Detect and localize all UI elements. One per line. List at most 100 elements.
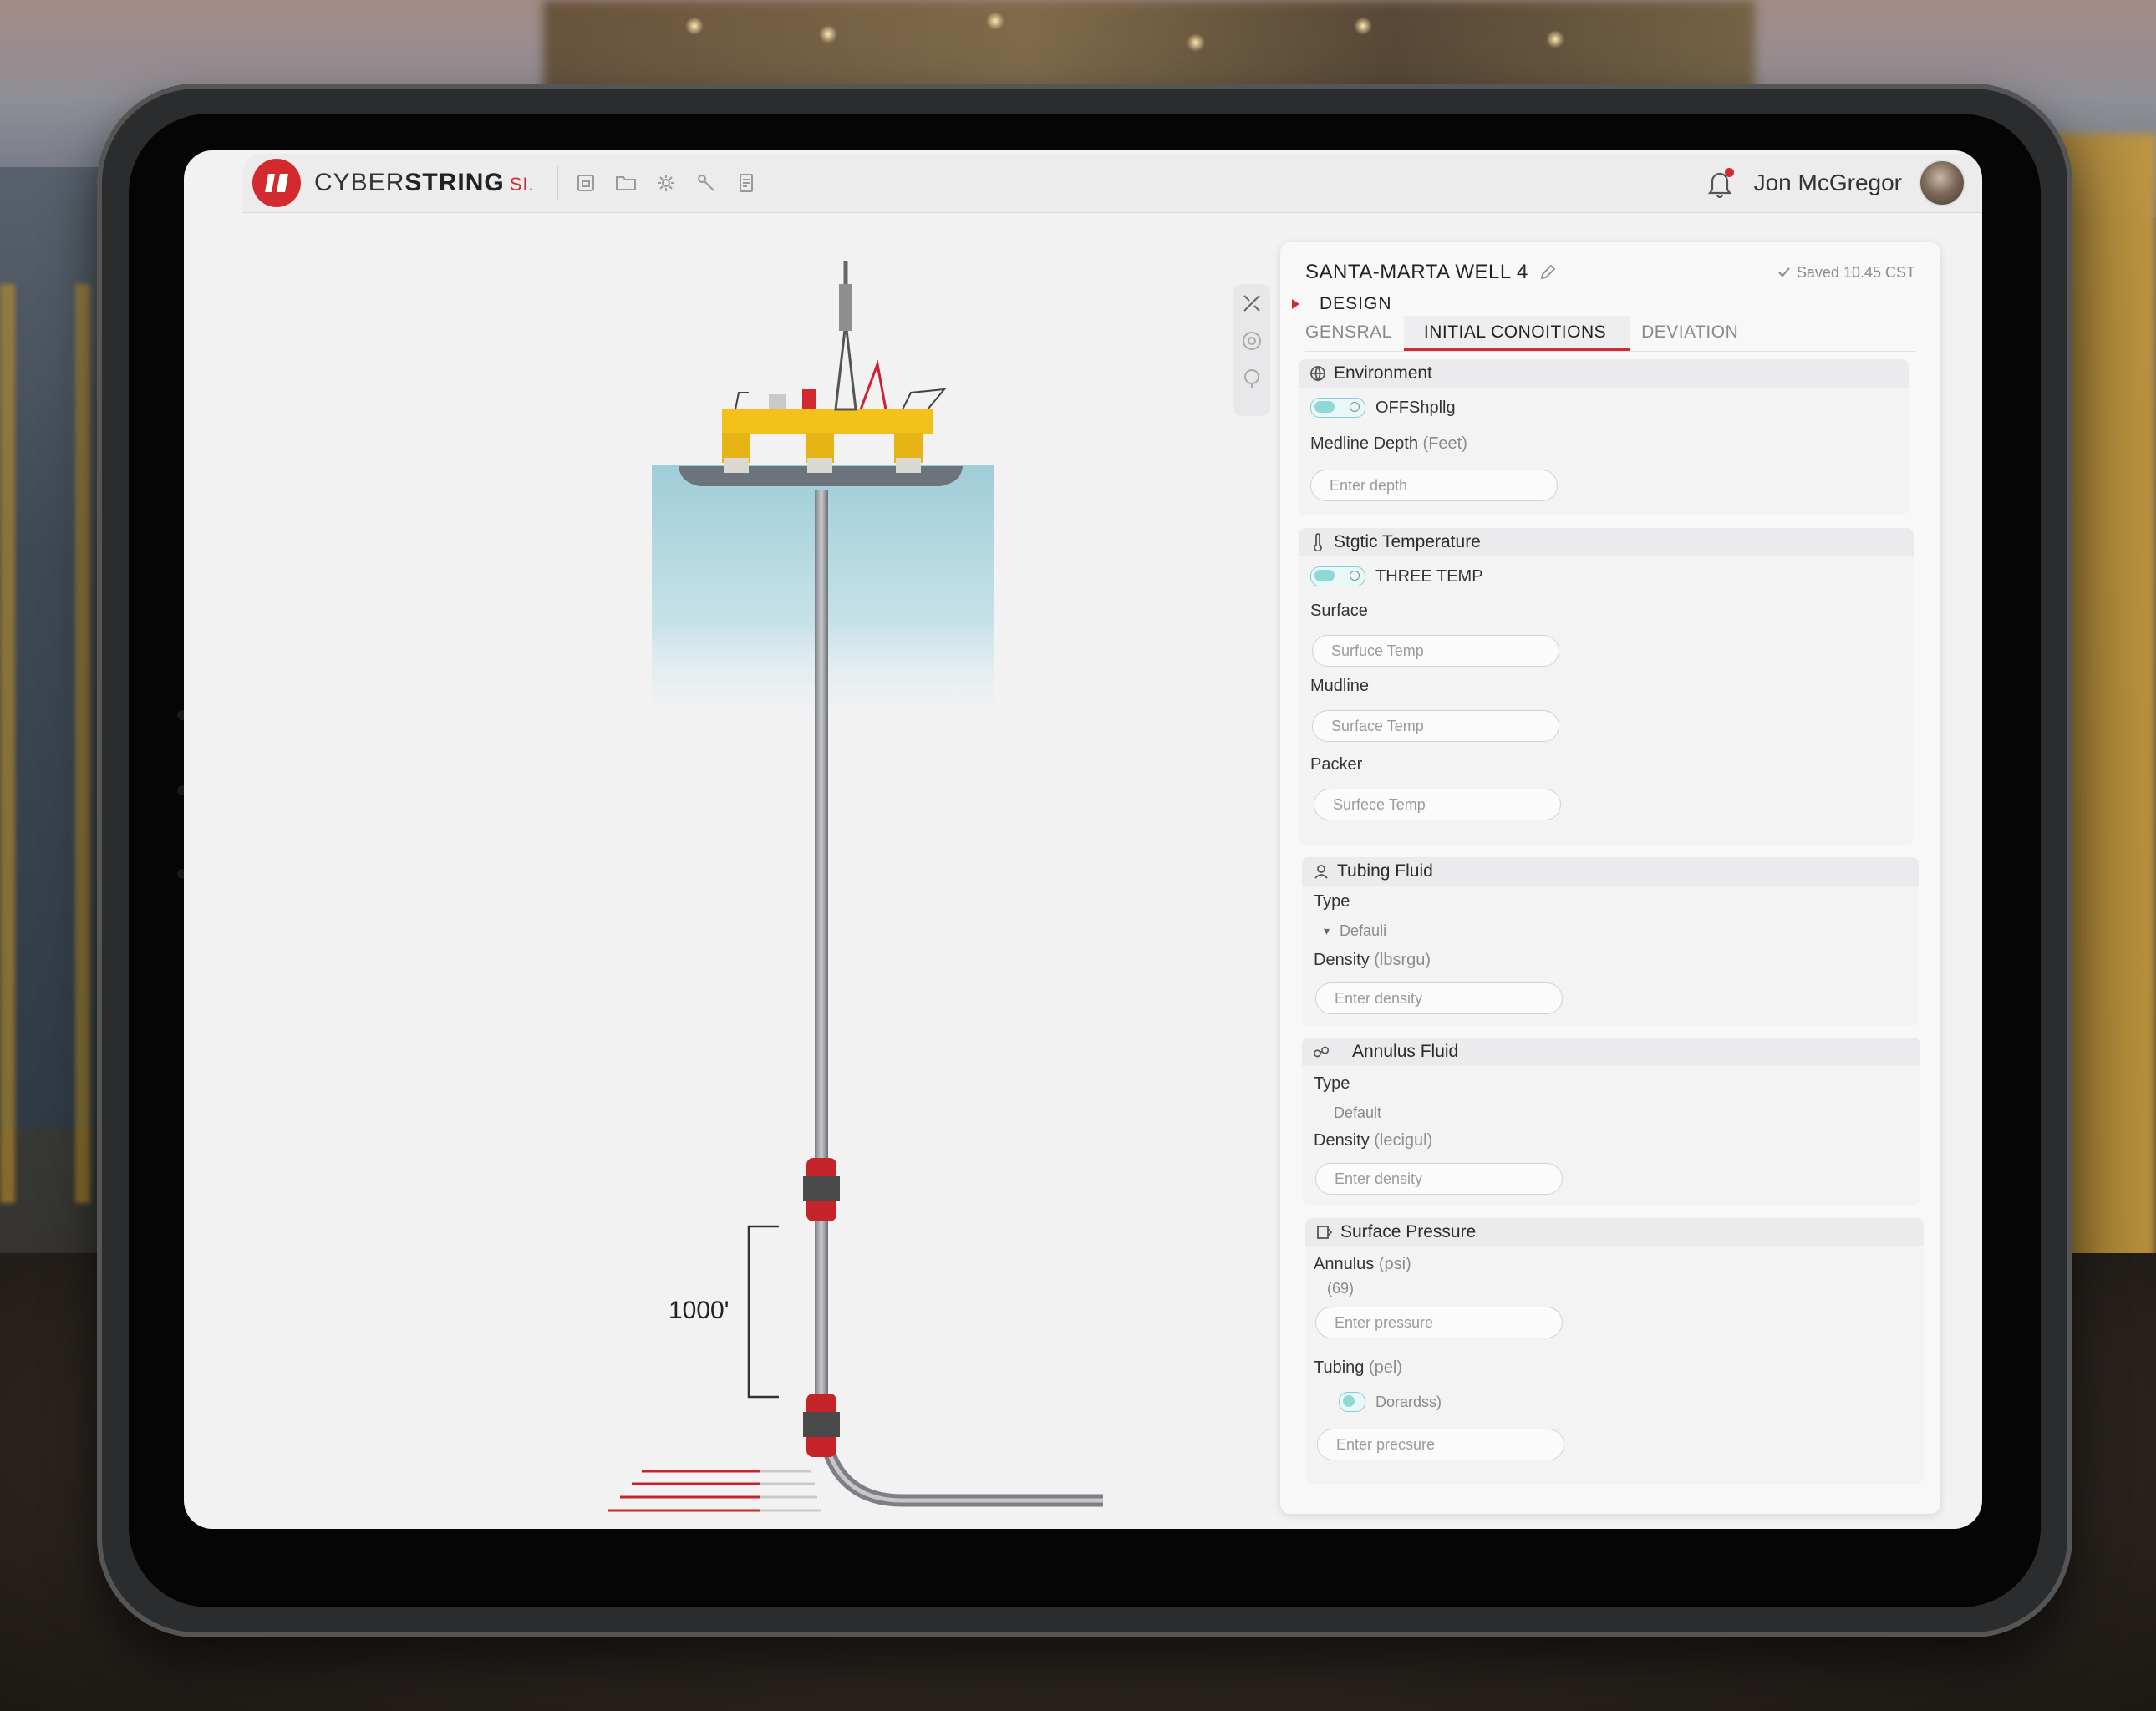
pin-icon[interactable] — [1241, 368, 1263, 393]
surface-pressure-title: Surface Pressure — [1340, 1222, 1477, 1241]
annulus-fluid-header: Annulus Fluid — [1302, 1038, 1920, 1066]
background-light — [1354, 17, 1372, 35]
folder-icon[interactable] — [613, 170, 638, 195]
environment-section: Environment OFFShpllg Medline Depth (Fee… — [1299, 359, 1909, 515]
brand-name: CYBERSTRING SI. — [314, 169, 535, 196]
offshore-toggle-label: OFFShpllg — [1375, 398, 1456, 417]
annulus-fluid-title: Annulus Fluid — [1352, 1042, 1459, 1061]
save-icon[interactable] — [573, 170, 598, 195]
tubing-pressure-toggle-label: Dorardss) — [1375, 1393, 1442, 1410]
tubing-pressure-toggle-row: Dorardss) — [1339, 1392, 1442, 1412]
tools-icon[interactable] — [694, 170, 719, 195]
background-light — [1187, 33, 1205, 52]
annulus-pressure-input[interactable]: Enter pressure — [1315, 1307, 1563, 1338]
user-icon — [1312, 862, 1330, 881]
surface-temp-input[interactable]: Surfuce Temp — [1312, 635, 1559, 667]
surface-pressure-section: Surface Pressure Annulus (psi) (69) Ente… — [1305, 1218, 1924, 1484]
app-screen: CYBERSTRING SI. Jon McGregor 1000' SANTA… — [184, 150, 1982, 1529]
offshore-toggle-row: OFFShpllg — [1310, 398, 1456, 418]
top-bar: CYBERSTRING SI. Jon McGregor — [242, 154, 1981, 213]
link-icon — [1312, 1043, 1330, 1061]
tab-general[interactable]: GENSRAL — [1305, 316, 1392, 351]
perforation-lines — [608, 1470, 821, 1512]
surface-temp-label: Surface — [1310, 602, 1368, 620]
background-light — [685, 17, 704, 35]
annulus-pressure-label: Annulus (psi) — [1314, 1255, 1411, 1273]
horizontal-section-pipe — [815, 1399, 1103, 1507]
static-temperature-header: Stgtic Temperature — [1299, 528, 1914, 556]
tubing-fluid-title: Tubing Fluid — [1337, 861, 1433, 881]
three-temp-toggle-row: THREE TEMP — [1310, 566, 1483, 586]
derrick — [834, 322, 857, 411]
info-circle-icon[interactable] — [1241, 330, 1263, 356]
three-temp-toggle-label: THREE TEMP — [1375, 566, 1483, 586]
edit-pencil-icon[interactable] — [1538, 263, 1557, 282]
environment-title: Environment — [1334, 363, 1432, 383]
rig-pontoon — [896, 458, 921, 473]
offshore-toggle[interactable] — [1310, 398, 1365, 418]
rig-pontoon — [807, 458, 832, 473]
panel-header: SANTA-MARTA WELL 4 Saved 10.45 CST — [1305, 256, 1915, 289]
depth-bracket — [747, 1225, 779, 1399]
well-name: SANTA-MARTA WELL 4 — [1305, 261, 1528, 283]
static-temperature-section: Stgtic Temperature THREE TEMP Surface Su… — [1299, 528, 1914, 845]
rig-deck — [722, 409, 933, 434]
mudline-temp-input[interactable]: Surface Temp — [1312, 710, 1559, 742]
tab-deviation[interactable]: DEVIATION — [1641, 316, 1738, 351]
annulus-density-label: Density (lecigul) — [1314, 1131, 1433, 1150]
chevron-down-icon: ▾ — [1324, 924, 1330, 937]
notification-badge — [1724, 168, 1734, 177]
tubing-density-input[interactable]: Enter density — [1315, 982, 1563, 1014]
annulus-density-input[interactable]: Enter density — [1315, 1163, 1563, 1195]
pressure-gauge-icon — [1315, 1223, 1334, 1241]
draw-tool-icon[interactable] — [1241, 292, 1263, 318]
annulus-type-label: Type — [1314, 1074, 1350, 1093]
tubing-fluid-section: Tubing Fluid Type ▾ Defauli Density (lbs… — [1302, 857, 1919, 1026]
user-name[interactable]: Jon McGregor — [1754, 170, 1902, 196]
packer-temp-label: Packer — [1310, 755, 1363, 774]
conditions-panel: SANTA-MARTA WELL 4 Saved 10.45 CST DESIG… — [1280, 242, 1940, 1514]
surface-pressure-header: Surface Pressure — [1305, 1218, 1924, 1246]
packer-temp-input[interactable]: Surfece Temp — [1314, 789, 1561, 820]
tubing-pressure-toggle[interactable] — [1339, 1392, 1365, 1412]
derrick-top — [839, 284, 852, 331]
tab-initial-conditions[interactable]: INITIAL CONOITIONS — [1403, 316, 1630, 351]
globe-icon — [1309, 364, 1327, 383]
side-toolbar — [1233, 284, 1270, 416]
three-temp-toggle[interactable] — [1310, 566, 1365, 586]
saved-status-text: Saved 10.45 CST — [1796, 263, 1915, 281]
document-icon[interactable] — [734, 170, 759, 195]
tab-bar: GENSRAL INITIAL CONOITIONS DEVIATION — [1305, 316, 1915, 352]
environment-header: Environment — [1299, 359, 1909, 388]
thermometer-icon — [1309, 533, 1327, 551]
logo-icon — [252, 159, 301, 207]
user-avatar[interactable] — [1919, 160, 1965, 206]
tubing-pressure-input[interactable]: Enter precsure — [1317, 1429, 1564, 1460]
tubing-type-select[interactable]: ▾ Defauli — [1324, 922, 1386, 940]
mudline-temp-label: Mudline — [1310, 677, 1370, 695]
annulus-fluid-section: Annulus Fluid Type Default Density (leci… — [1302, 1038, 1920, 1205]
background-light — [986, 12, 1004, 30]
toolbar-divider — [556, 166, 558, 200]
settings-icon[interactable] — [653, 170, 679, 195]
derrick-brace — [859, 359, 887, 410]
tubing-density-label: Density (lbsrgu) — [1314, 951, 1431, 969]
notification-bell-icon[interactable] — [1706, 168, 1736, 199]
depth-label: 1000' — [669, 1297, 729, 1324]
design-section-row[interactable]: DESIGN — [1292, 291, 1392, 317]
mudline-depth-input[interactable]: Enter depth — [1310, 470, 1558, 501]
tubing-fluid-header: Tubing Fluid — [1302, 857, 1919, 886]
background-light — [1546, 30, 1564, 48]
check-icon — [1778, 267, 1790, 277]
static-temperature-title: Stgtic Temperature — [1334, 532, 1481, 551]
caret-right-icon — [1292, 299, 1299, 309]
well-visualization: 1000' — [608, 261, 1103, 1512]
riser-pipe — [815, 490, 828, 1400]
tubing-type-label: Type — [1314, 892, 1350, 911]
rig-pontoon — [724, 458, 749, 473]
annulus-pressure-value: (69) — [1327, 1280, 1355, 1297]
annulus-type-value[interactable]: Default — [1334, 1104, 1381, 1122]
background-light — [819, 25, 837, 43]
saved-status: Saved 10.45 CST — [1777, 264, 1915, 282]
mudline-depth-label: Medline Depth (Feet) — [1310, 434, 1467, 453]
